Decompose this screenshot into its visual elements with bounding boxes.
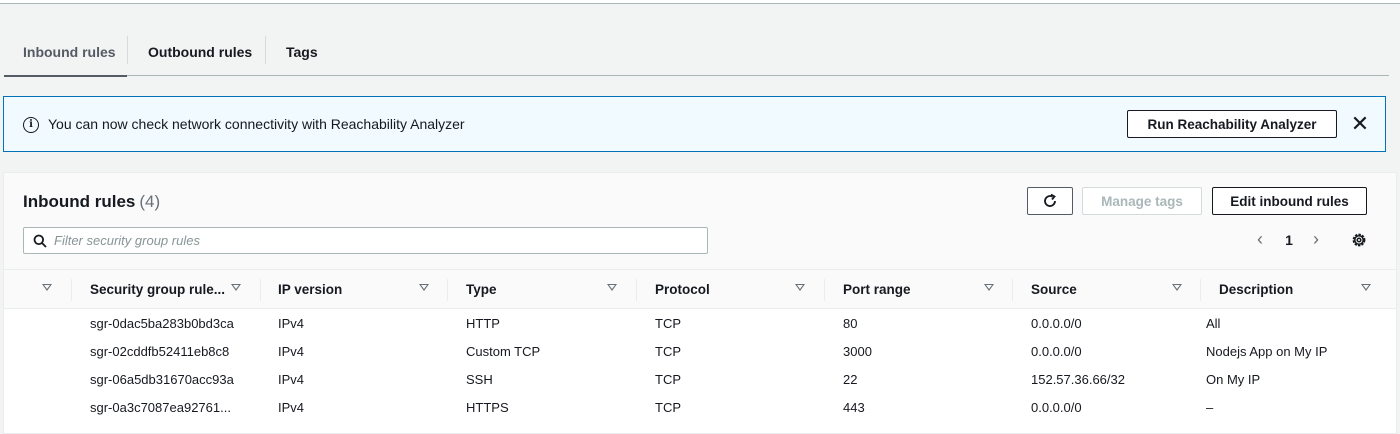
column-divider <box>1200 279 1201 301</box>
port-range-cell: 3000 <box>843 344 872 359</box>
table-row[interactable]: sgr-0dac5ba283b0bd3ca IPv4 HTTP TCP 80 0… <box>4 310 1396 338</box>
protocol-cell: TCP <box>655 316 681 331</box>
sort-icon[interactable] <box>795 284 805 291</box>
type-cell: SSH <box>466 372 493 387</box>
port-range-cell: 80 <box>843 316 858 331</box>
sort-icon[interactable] <box>419 284 429 291</box>
ip-version-cell: IPv4 <box>278 316 305 331</box>
rule-id-cell: sgr-0a3c7087ea92761... <box>90 400 231 415</box>
type-cell: HTTP <box>466 316 500 331</box>
column-header-description[interactable]: Description <box>1219 270 1293 309</box>
ip-version-cell: IPv4 <box>278 372 305 387</box>
sort-icon[interactable] <box>1172 284 1182 291</box>
edit-inbound-rules-button[interactable]: Edit inbound rules <box>1212 187 1367 215</box>
tab-outbound-rules[interactable]: Outbound rules <box>128 28 265 76</box>
type-cell: HTTPS <box>466 400 509 415</box>
column-header-rule-id[interactable]: Security group rule... <box>90 270 225 309</box>
tab-bar: Inbound rules Outbound rules Tags <box>4 28 1389 77</box>
source-cell: 0.0.0.0/0 <box>1031 400 1082 415</box>
tab-inbound-rules[interactable]: Inbound rules <box>4 28 127 77</box>
column-divider <box>260 279 261 301</box>
column-header-protocol[interactable]: Protocol <box>655 270 710 309</box>
info-banner: i You can now check network connectivity… <box>3 96 1386 152</box>
source-cell: 0.0.0.0/0 <box>1031 316 1082 331</box>
manage-tags-button[interactable]: Manage tags <box>1082 187 1202 215</box>
column-divider <box>1012 279 1013 301</box>
description-cell: All <box>1206 316 1221 331</box>
port-range-cell: 443 <box>843 400 865 415</box>
panel-title: Inbound rules (4) <box>23 192 160 212</box>
column-divider <box>71 279 72 301</box>
column-header-port-range[interactable]: Port range <box>843 270 911 309</box>
description-cell: On My IP <box>1206 372 1261 387</box>
column-header-type[interactable]: Type <box>466 270 497 309</box>
banner-message: You can now check network connectivity w… <box>48 116 465 132</box>
table-row[interactable]: sgr-02cddfb52411eb8c8 IPv4 Custom TCP TC… <box>4 338 1396 366</box>
table-row[interactable]: sgr-06a5db31670acc93a IPv4 SSH TCP 22 15… <box>4 366 1396 394</box>
rule-id-cell: sgr-02cddfb52411eb8c8 <box>90 344 230 359</box>
column-divider <box>447 279 448 301</box>
sort-icon[interactable] <box>984 284 994 291</box>
refresh-icon <box>1044 193 1056 207</box>
panel-header: Inbound rules (4) Manage tags Edit inboun… <box>4 173 1396 269</box>
sort-icon[interactable] <box>607 284 617 291</box>
column-divider <box>824 279 825 301</box>
sort-icon[interactable] <box>231 284 241 291</box>
top-strip <box>0 0 1400 4</box>
protocol-cell: TCP <box>655 372 681 387</box>
source-cell: 152.57.36.66/32 <box>1031 372 1125 387</box>
ip-version-cell: IPv4 <box>278 344 305 359</box>
panel-title-text: Inbound rules <box>23 192 136 211</box>
select-column-sort-icon[interactable] <box>42 284 52 291</box>
protocol-cell: TCP <box>655 400 681 415</box>
table-row[interactable]: sgr-0a3c7087ea92761... IPv4 HTTPS TCP 44… <box>4 394 1396 422</box>
protocol-cell: TCP <box>655 344 681 359</box>
column-header-source[interactable]: Source <box>1031 270 1077 309</box>
refresh-button[interactable] <box>1027 187 1073 215</box>
run-reachability-analyzer-button[interactable]: Run Reachability Analyzer <box>1127 110 1337 138</box>
search-icon <box>33 234 47 248</box>
current-page-number[interactable]: 1 <box>1283 229 1295 251</box>
filter-field[interactable] <box>23 227 708 254</box>
type-cell: Custom TCP <box>466 344 541 359</box>
rule-id-cell: sgr-06a5db31670acc93a <box>90 372 234 387</box>
column-header-ip-version[interactable]: IP version <box>278 270 342 309</box>
previous-page-icon[interactable]: ‹ <box>1253 229 1267 251</box>
next-page-icon[interactable]: › <box>1309 229 1323 251</box>
table-header: Security group rule... IP version Type P… <box>4 269 1396 309</box>
ip-version-cell: IPv4 <box>278 400 305 415</box>
filter-input[interactable] <box>54 230 694 251</box>
gear-icon[interactable] <box>1350 231 1368 249</box>
rule-id-cell: sgr-0dac5ba283b0bd3ca <box>90 316 234 331</box>
sort-icon[interactable] <box>1361 284 1371 291</box>
info-icon: i <box>23 117 39 133</box>
close-icon[interactable]: ✕ <box>1349 113 1371 135</box>
description-cell: Nodejs App on My IP <box>1206 344 1328 359</box>
inbound-rules-panel: Inbound rules (4) Manage tags Edit inboun… <box>3 172 1397 434</box>
description-cell: – <box>1206 400 1214 415</box>
source-cell: 0.0.0.0/0 <box>1031 344 1082 359</box>
column-divider <box>636 279 637 301</box>
rule-count: (4) <box>139 192 161 211</box>
port-range-cell: 22 <box>843 372 858 387</box>
tab-tags[interactable]: Tags <box>266 28 336 76</box>
